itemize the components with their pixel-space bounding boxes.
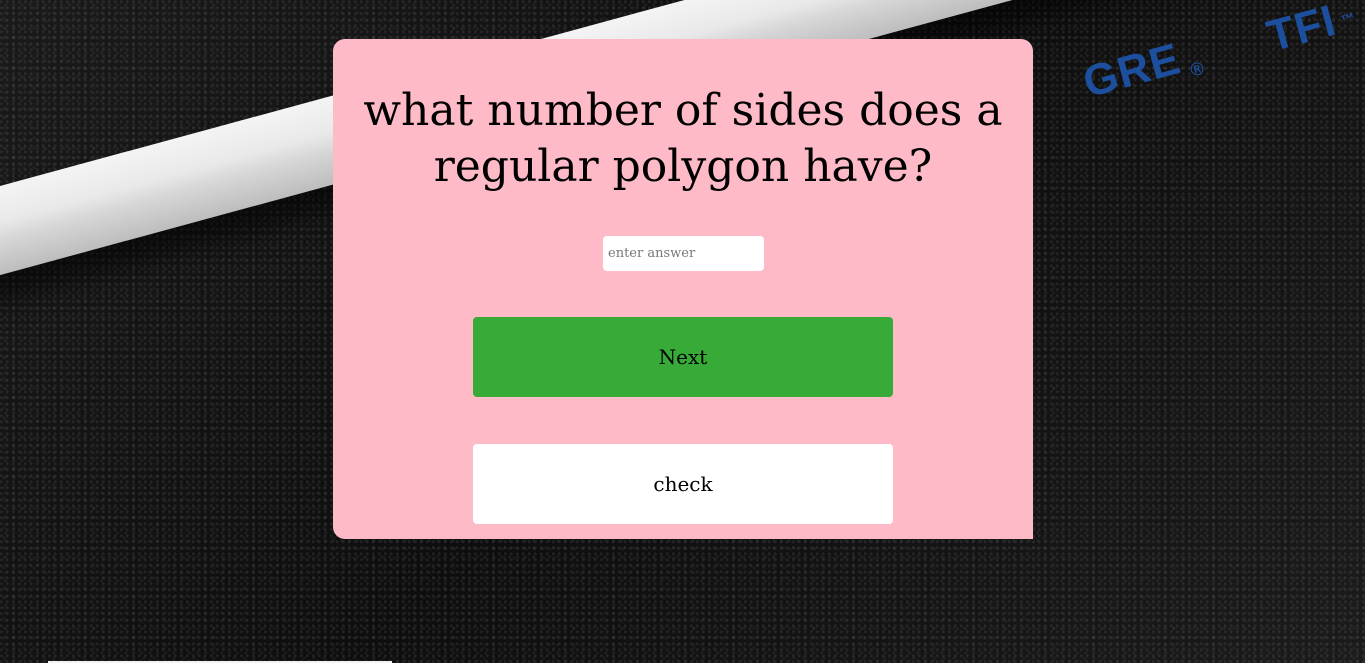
stick-model-text: TFI — [1262, 0, 1342, 62]
stick-trademark-mark: ™ — [1339, 9, 1358, 29]
question-text: what number of sides does a regular poly… — [363, 85, 1003, 192]
stick-brand-text: GRE — [1078, 34, 1186, 108]
quiz-card: what number of sides does a regular poly… — [333, 39, 1033, 539]
next-button[interactable]: Next — [473, 317, 893, 397]
stick-registered-mark: ® — [1188, 57, 1208, 81]
check-button[interactable]: check — [473, 444, 893, 524]
answer-input[interactable] — [603, 236, 764, 271]
